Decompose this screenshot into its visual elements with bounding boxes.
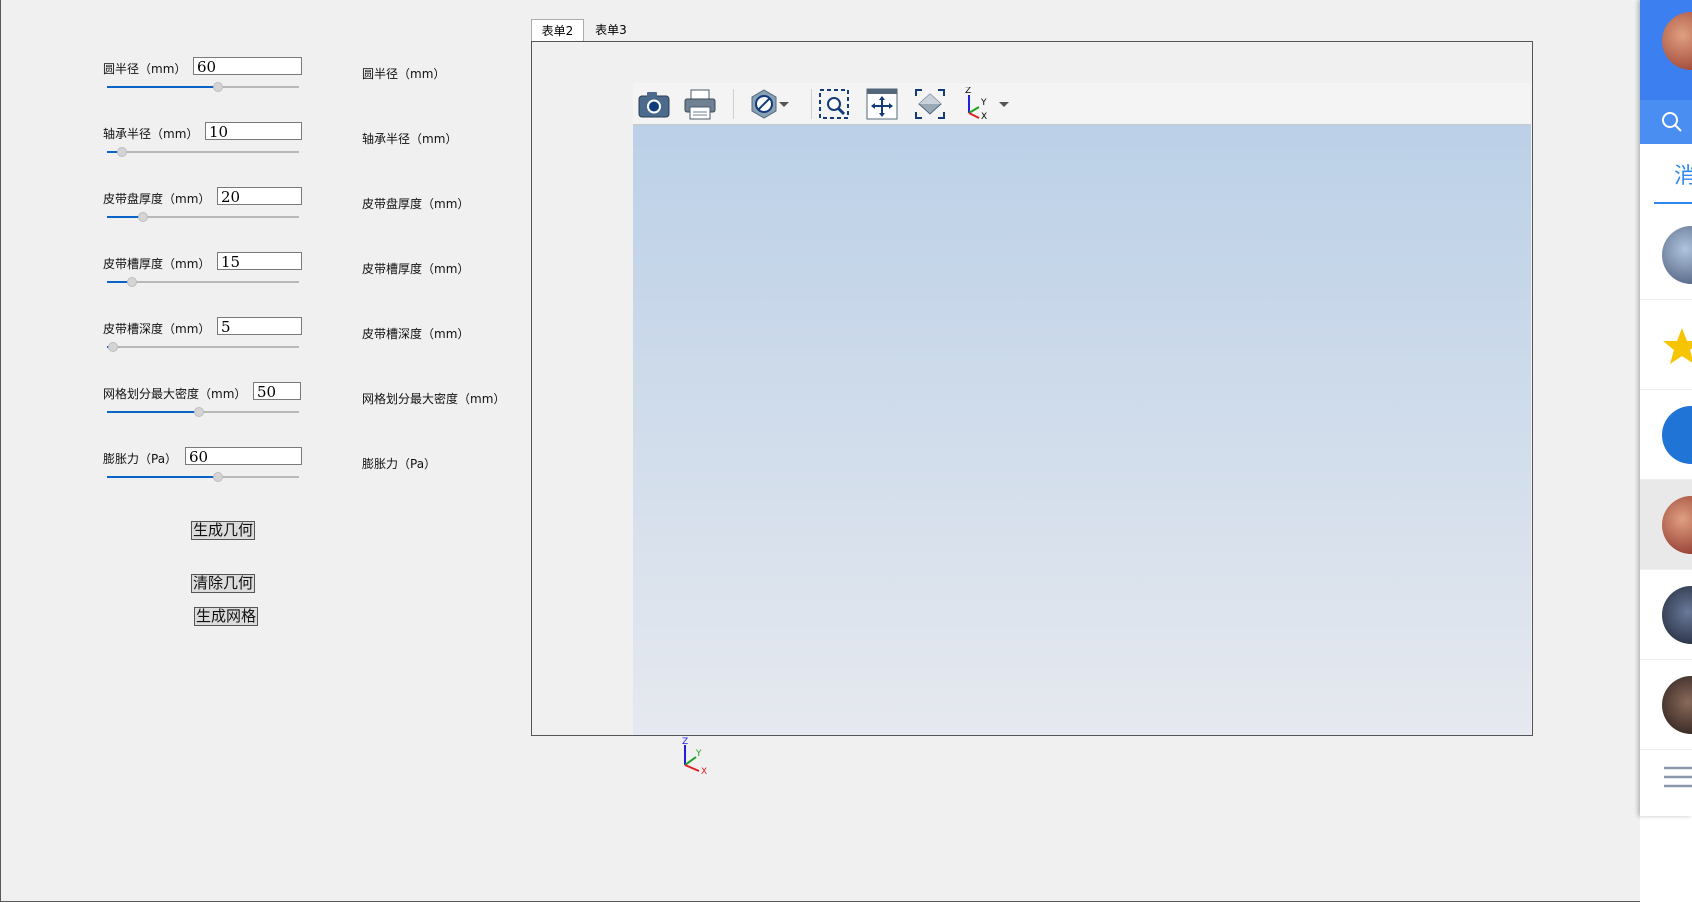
svg-text:Y: Y bbox=[980, 98, 987, 108]
list-item[interactable] bbox=[1640, 480, 1692, 570]
zoom-window-icon[interactable] bbox=[817, 87, 851, 121]
toolbar-separator bbox=[811, 89, 812, 119]
slider-thumb[interactable] bbox=[194, 407, 205, 417]
param-row: 膨胀力（Pa） 60 bbox=[103, 447, 303, 487]
param-input[interactable]: 60 bbox=[185, 447, 302, 466]
tab-form2[interactable]: 表单2 bbox=[531, 19, 584, 41]
visibility-icon[interactable] bbox=[747, 87, 781, 121]
param-slider[interactable] bbox=[107, 407, 299, 417]
param-input[interactable]: 60 bbox=[193, 57, 302, 76]
print-icon[interactable] bbox=[683, 87, 717, 121]
param-input[interactable]: 10 bbox=[205, 122, 302, 141]
param-slider[interactable] bbox=[107, 342, 299, 352]
param-slider[interactable] bbox=[107, 472, 299, 482]
param-row: 圆半径（mm） 60 bbox=[103, 57, 303, 97]
viewer-toolbar: ZYX bbox=[633, 83, 1531, 125]
param-label: 皮带盘厚度（mm） bbox=[103, 192, 211, 206]
param-value-label: 圆半径（mm） bbox=[362, 67, 446, 81]
param-label: 皮带槽厚度（mm） bbox=[103, 257, 211, 271]
avatar bbox=[1662, 586, 1692, 644]
slider-fill bbox=[107, 476, 219, 478]
slider-thumb[interactable] bbox=[117, 147, 128, 157]
search-icon[interactable] bbox=[1660, 110, 1684, 134]
param-value-label: 网格划分最大密度（mm） bbox=[362, 392, 506, 406]
param-row: 皮带盘厚度（mm） 20 bbox=[103, 187, 303, 227]
param-value-label: 皮带槽深度（mm） bbox=[362, 327, 470, 341]
axis-x-label: X bbox=[701, 767, 707, 777]
avatar bbox=[1662, 406, 1692, 464]
camera-icon[interactable] bbox=[637, 87, 671, 121]
fit-all-icon[interactable] bbox=[913, 87, 947, 121]
pan-icon[interactable] bbox=[865, 87, 899, 121]
svg-text:Z: Z bbox=[965, 87, 971, 96]
chevron-down-icon[interactable] bbox=[997, 87, 1011, 121]
axis-z-label: Z bbox=[682, 737, 688, 747]
list-item[interactable] bbox=[1640, 210, 1692, 300]
param-slider[interactable] bbox=[107, 147, 299, 157]
side-tab-messages[interactable]: 消 bbox=[1674, 158, 1692, 190]
svg-text:X: X bbox=[981, 112, 987, 121]
param-value-label: 皮带盘厚度（mm） bbox=[362, 197, 470, 211]
param-label: 轴承半径（mm） bbox=[103, 127, 199, 141]
list-item[interactable] bbox=[1640, 570, 1692, 660]
param-label: 网格划分最大密度（mm） bbox=[103, 387, 247, 401]
param-input[interactable]: 50 bbox=[253, 382, 301, 401]
param-slider[interactable] bbox=[107, 277, 299, 287]
avatar bbox=[1662, 676, 1692, 734]
side-search-bar[interactable] bbox=[1640, 100, 1692, 144]
list-item[interactable] bbox=[1640, 300, 1692, 390]
param-row: 皮带槽厚度（mm） 15 bbox=[103, 252, 303, 292]
axis-triad: Z Y X bbox=[682, 737, 707, 777]
tab-form3[interactable]: 表单3 bbox=[588, 19, 634, 41]
param-label: 圆半径（mm） bbox=[103, 62, 187, 76]
param-label: 膨胀力（Pa） bbox=[103, 452, 178, 466]
param-value-label: 皮带槽厚度（mm） bbox=[362, 262, 470, 276]
param-label: 皮带槽深度（mm） bbox=[103, 322, 211, 336]
slider-thumb[interactable] bbox=[213, 82, 224, 92]
menu-icon[interactable] bbox=[1662, 762, 1692, 792]
toolbar-separator bbox=[733, 89, 734, 119]
slider-thumb[interactable] bbox=[138, 212, 149, 222]
3d-viewer[interactable]: ZYX Z Y X bbox=[633, 83, 1531, 777]
param-slider[interactable] bbox=[107, 82, 299, 92]
param-row: 轴承半径（mm） 10 bbox=[103, 122, 303, 162]
side-tab-indicator bbox=[1654, 202, 1692, 204]
param-row: 网格划分最大密度（mm） 50 bbox=[103, 382, 303, 422]
side-panel-header bbox=[1640, 0, 1692, 100]
app-window: 圆半径（mm） 60 圆半径（mm） 轴承半径（mm） 10 轴承半径（mm） 皮带盘厚度（… bbox=[0, 0, 1640, 902]
slider-thumb[interactable] bbox=[213, 472, 224, 482]
param-input[interactable]: 15 bbox=[217, 252, 302, 271]
slider-fill bbox=[107, 411, 200, 413]
side-panel: 消 bbox=[1640, 0, 1692, 816]
star-icon bbox=[1663, 328, 1692, 364]
slider-thumb[interactable] bbox=[107, 342, 118, 352]
param-value-label: 轴承半径（mm） bbox=[362, 132, 458, 146]
slider-thumb[interactable] bbox=[126, 277, 137, 287]
avatar bbox=[1662, 226, 1692, 284]
param-row: 皮带槽深度（mm） 5 bbox=[103, 317, 303, 357]
param-slider[interactable] bbox=[107, 212, 299, 222]
axis-y-label: Y bbox=[695, 749, 702, 759]
viewer-canvas[interactable]: Z Y X bbox=[633, 125, 1531, 777]
list-item[interactable] bbox=[1640, 390, 1692, 480]
chevron-down-icon[interactable] bbox=[777, 87, 791, 121]
slider-fill bbox=[107, 86, 219, 88]
view-orientation-icon[interactable]: ZYX bbox=[961, 86, 995, 122]
list-item[interactable] bbox=[1640, 660, 1692, 750]
param-input[interactable]: 5 bbox=[217, 317, 302, 336]
avatar bbox=[1662, 496, 1692, 554]
generate-mesh-button[interactable]: 生成网格 bbox=[194, 607, 259, 626]
avatar[interactable] bbox=[1662, 12, 1692, 70]
param-input[interactable]: 20 bbox=[217, 187, 302, 206]
clear-geometry-button[interactable]: 清除几何 bbox=[191, 574, 256, 593]
generate-geometry-button[interactable]: 生成几何 bbox=[191, 521, 256, 540]
param-value-label: 膨胀力（Pa） bbox=[362, 457, 437, 471]
